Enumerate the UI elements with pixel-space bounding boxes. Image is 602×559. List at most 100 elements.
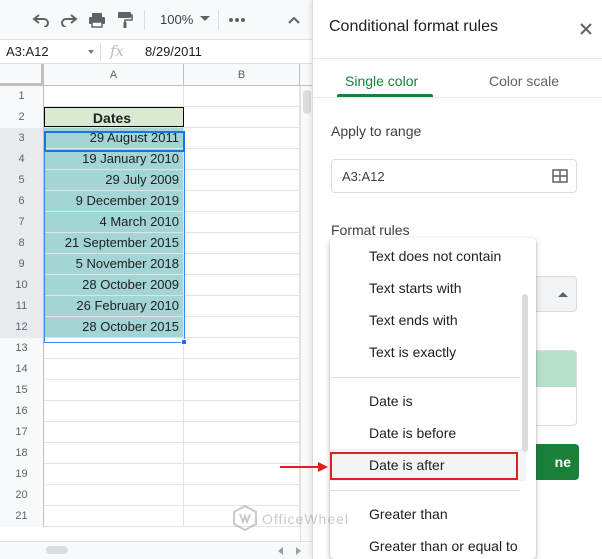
row-header[interactable]: 17 bbox=[0, 422, 44, 443]
row-header[interactable]: 3 bbox=[0, 128, 44, 149]
menu-item[interactable]: Text starts with bbox=[330, 272, 526, 304]
row-header[interactable]: 14 bbox=[0, 359, 44, 380]
row-header[interactable]: 16 bbox=[0, 401, 44, 422]
range-input[interactable]: A3:A12 bbox=[331, 159, 577, 193]
cell-a[interactable] bbox=[44, 464, 184, 484]
scroll-thumb[interactable] bbox=[46, 546, 68, 554]
cell-a[interactable] bbox=[44, 338, 184, 358]
range-value: A3:A12 bbox=[342, 169, 385, 184]
row-header[interactable]: 4 bbox=[0, 149, 44, 170]
menu-item[interactable]: Date is bbox=[330, 385, 526, 417]
column-header-b[interactable]: B bbox=[184, 64, 300, 86]
dates-header-cell[interactable]: Dates bbox=[44, 107, 184, 127]
cell-a[interactable]: 26 February 2010 bbox=[44, 296, 184, 316]
row-header[interactable]: 15 bbox=[0, 380, 44, 401]
cell-b[interactable] bbox=[184, 128, 300, 148]
cell-a[interactable]: 29 July 2009 bbox=[44, 170, 184, 190]
select-all-corner[interactable] bbox=[0, 64, 44, 86]
cell-a[interactable]: 21 September 2015 bbox=[44, 233, 184, 253]
cell-b[interactable] bbox=[184, 338, 300, 358]
cell-a[interactable]: 4 March 2010 bbox=[44, 212, 184, 232]
row-header[interactable]: 6 bbox=[0, 191, 44, 212]
cell-b[interactable] bbox=[184, 149, 300, 169]
tab-color-scale[interactable]: Color scale bbox=[489, 73, 559, 89]
cell-a[interactable]: 19 January 2010 bbox=[44, 149, 184, 169]
cell-b[interactable] bbox=[184, 275, 300, 295]
cell-b[interactable] bbox=[184, 191, 300, 211]
redo-icon[interactable] bbox=[58, 8, 80, 32]
row-header[interactable]: 8 bbox=[0, 233, 44, 254]
cell-b[interactable] bbox=[184, 317, 300, 337]
table-row: 2 Dates bbox=[0, 107, 300, 128]
formula-divider bbox=[100, 43, 101, 61]
cell-b[interactable] bbox=[184, 485, 300, 505]
cell-b[interactable] bbox=[184, 233, 300, 253]
cell-a[interactable]: 28 October 2015 bbox=[44, 317, 184, 337]
cell-a[interactable] bbox=[44, 380, 184, 400]
table-row: 17 bbox=[0, 422, 300, 443]
cell-b[interactable] bbox=[184, 401, 300, 421]
chevron-up-icon[interactable] bbox=[558, 292, 568, 297]
menu-item[interactable]: Text ends with bbox=[330, 304, 526, 336]
cell-b[interactable] bbox=[184, 212, 300, 232]
cell-b[interactable] bbox=[184, 422, 300, 442]
row-header[interactable]: 19 bbox=[0, 464, 44, 485]
row-header[interactable]: 2 bbox=[0, 107, 44, 128]
cell-a[interactable]: 28 October 2009 bbox=[44, 275, 184, 295]
cell-a[interactable]: 9 December 2019 bbox=[44, 191, 184, 211]
menu-scrollbar[interactable] bbox=[522, 294, 528, 452]
row-header[interactable]: 1 bbox=[0, 86, 44, 107]
cell-b[interactable] bbox=[184, 107, 300, 127]
name-box[interactable]: A3:A12 bbox=[6, 44, 49, 59]
cell-b[interactable] bbox=[184, 254, 300, 274]
row-header[interactable]: 5 bbox=[0, 170, 44, 191]
cell-a[interactable] bbox=[44, 86, 184, 106]
chevron-down-icon[interactable] bbox=[200, 16, 210, 21]
table-row: 4 19 January 2010 bbox=[0, 149, 300, 170]
more-icon[interactable] bbox=[226, 8, 248, 32]
cell-b[interactable] bbox=[184, 380, 300, 400]
menu-item[interactable]: Text is exactly bbox=[330, 336, 526, 368]
close-icon[interactable] bbox=[577, 20, 595, 38]
row-header[interactable]: 21 bbox=[0, 506, 44, 527]
undo-icon[interactable] bbox=[30, 8, 52, 32]
cell-a[interactable] bbox=[44, 401, 184, 421]
row-header[interactable]: 10 bbox=[0, 275, 44, 296]
menu-item[interactable]: Text does not contain bbox=[330, 240, 526, 272]
cell-a[interactable]: 29 August 2011 bbox=[44, 128, 184, 148]
scroll-left-icon[interactable] bbox=[278, 547, 283, 555]
fill-handle[interactable] bbox=[181, 339, 187, 345]
cell-b[interactable] bbox=[184, 170, 300, 190]
formula-input[interactable]: 8/29/2011 bbox=[145, 44, 202, 59]
row-header[interactable]: 11 bbox=[0, 296, 44, 317]
row-header[interactable]: 13 bbox=[0, 338, 44, 359]
cell-b[interactable] bbox=[184, 86, 300, 106]
cell-a[interactable] bbox=[44, 422, 184, 442]
collapse-icon[interactable] bbox=[284, 8, 304, 32]
row-header[interactable]: 7 bbox=[0, 212, 44, 233]
print-icon[interactable] bbox=[86, 8, 108, 32]
horizontal-scrollbar[interactable] bbox=[0, 541, 312, 559]
row-header[interactable]: 12 bbox=[0, 317, 44, 338]
row-header[interactable]: 9 bbox=[0, 254, 44, 275]
scroll-thumb[interactable] bbox=[303, 90, 311, 114]
chevron-down-icon[interactable] bbox=[88, 50, 94, 54]
cell-a[interactable] bbox=[44, 485, 184, 505]
paint-format-icon[interactable] bbox=[114, 8, 136, 32]
tab-single-color[interactable]: Single color bbox=[345, 73, 418, 89]
scroll-right-icon[interactable] bbox=[296, 547, 301, 555]
row-header[interactable]: 20 bbox=[0, 485, 44, 506]
divider bbox=[313, 97, 602, 98]
menu-divider bbox=[330, 377, 520, 378]
cell-a[interactable] bbox=[44, 443, 184, 463]
row-header[interactable]: 18 bbox=[0, 443, 44, 464]
cell-a[interactable] bbox=[44, 506, 184, 526]
cell-b[interactable] bbox=[184, 359, 300, 379]
cell-a[interactable] bbox=[44, 359, 184, 379]
zoom-select[interactable]: 100% bbox=[160, 12, 193, 27]
cell-a[interactable]: 5 November 2018 bbox=[44, 254, 184, 274]
column-header-a[interactable]: A bbox=[44, 64, 184, 86]
menu-item[interactable]: Date is before bbox=[330, 417, 526, 449]
select-range-icon[interactable] bbox=[552, 169, 568, 183]
cell-b[interactable] bbox=[184, 296, 300, 316]
